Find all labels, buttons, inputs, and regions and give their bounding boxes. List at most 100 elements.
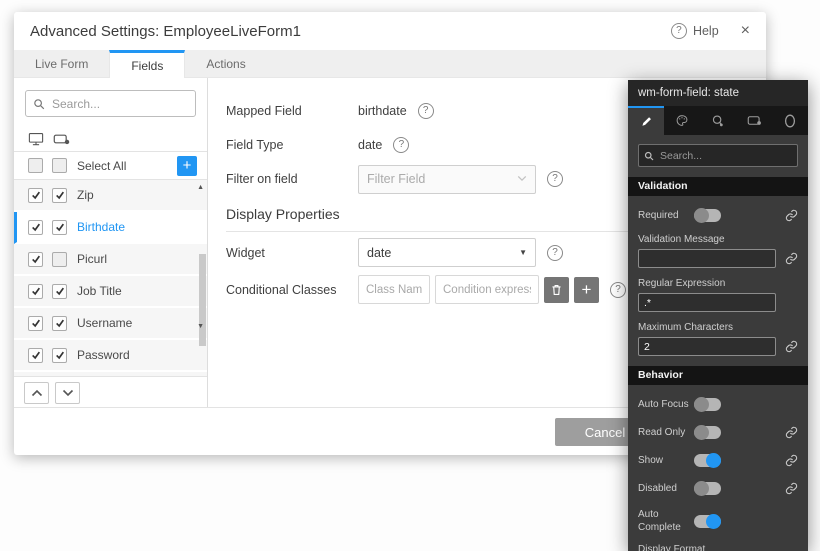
pencil-icon — [640, 115, 653, 128]
field-row-label: Username — [77, 316, 132, 330]
scrollbar-thumb[interactable] — [199, 254, 206, 346]
desktop-checkbox[interactable] — [28, 220, 43, 235]
field-list: Zip Birthdate Picurl — [14, 180, 207, 376]
move-up-button[interactable] — [24, 382, 49, 404]
required-toggle[interactable] — [694, 209, 721, 222]
help-icon[interactable]: ? — [418, 103, 434, 119]
regular-expression-input[interactable] — [638, 293, 776, 312]
maximum-characters-group: Maximum Characters — [638, 322, 798, 356]
dialog-tabbar: Live Form Fields Actions — [14, 50, 766, 78]
disabled-label: Disabled — [638, 482, 694, 495]
tab-shield[interactable] — [772, 106, 808, 135]
widget-label: Widget — [226, 246, 358, 260]
mobile-checkbox[interactable] — [52, 348, 67, 363]
help-icon[interactable]: ? — [547, 171, 563, 187]
help-label: Help — [693, 24, 719, 38]
field-row-password[interactable]: Password — [14, 340, 207, 372]
field-type-label: Field Type — [226, 138, 358, 152]
tab-fields[interactable]: Fields — [109, 50, 185, 78]
inspector-search-input[interactable] — [658, 149, 792, 163]
auto-focus-label: Auto Focus — [638, 398, 694, 411]
read-only-row: Read Only — [638, 424, 798, 441]
maximum-characters-input[interactable] — [638, 337, 776, 356]
show-toggle[interactable] — [694, 454, 721, 467]
mobile-checkbox[interactable] — [52, 188, 67, 203]
mobile-checkbox[interactable] — [52, 284, 67, 299]
tab-actions[interactable]: Actions — [185, 50, 266, 77]
validation-message-group: Validation Message — [638, 234, 798, 268]
tab-styles[interactable] — [664, 106, 700, 135]
tab-properties[interactable] — [628, 106, 664, 135]
bind-link-icon[interactable] — [785, 482, 798, 495]
scroll-up-arrow-icon[interactable]: ▲ — [197, 184, 204, 191]
field-row-label: Job Title — [77, 284, 122, 298]
field-row-job-title[interactable]: Job Title — [14, 276, 207, 308]
mobile-checkbox[interactable] — [52, 252, 67, 267]
validation-section: Required Validation Message Regular Expr… — [628, 207, 808, 356]
field-row-zip[interactable]: Zip — [14, 180, 207, 212]
read-only-label: Read Only — [638, 426, 694, 439]
move-down-button[interactable] — [55, 382, 80, 404]
desktop-checkbox[interactable] — [28, 252, 43, 267]
field-row-picurl[interactable]: Picurl — [14, 244, 207, 276]
behavior-section: Auto Focus Read Only Show Disabled — [628, 396, 808, 551]
trash-icon — [550, 283, 563, 297]
tab-live-form[interactable]: Live Form — [14, 50, 109, 77]
required-label: Required — [638, 209, 694, 222]
select-all-desktop-checkbox[interactable] — [28, 158, 43, 173]
fields-sidebar: Select All + Zip Birthdate — [14, 78, 208, 408]
desktop-checkbox[interactable] — [28, 284, 43, 299]
close-icon[interactable]: × — [741, 23, 750, 39]
bind-link-icon[interactable] — [785, 209, 798, 222]
class-name-input[interactable] — [358, 275, 430, 304]
widget-select[interactable]: date ▼ — [358, 238, 536, 267]
bind-link-icon[interactable] — [785, 454, 798, 467]
delete-condition-button[interactable] — [544, 277, 569, 303]
field-row-label: Birthdate — [77, 220, 125, 234]
inspector-search — [638, 144, 798, 167]
display-format-group: Display Format — [638, 544, 798, 551]
desktop-background: Advanced Settings: EmployeeLiveForm1 ? H… — [0, 0, 820, 551]
tab-search-settings[interactable] — [700, 106, 736, 135]
field-row-username[interactable]: Username — [14, 308, 207, 340]
field-row-role[interactable]: Role — [14, 372, 207, 376]
read-only-toggle[interactable] — [694, 426, 721, 439]
search-gear-icon — [711, 114, 725, 128]
desktop-checkbox[interactable] — [28, 188, 43, 203]
help-icon[interactable]: ? — [393, 137, 409, 153]
search-icon — [644, 151, 654, 161]
help-icon[interactable]: ? — [547, 245, 563, 261]
auto-complete-toggle[interactable] — [694, 515, 721, 528]
field-search-input[interactable] — [50, 96, 188, 112]
search-icon — [33, 98, 45, 110]
validation-message-input[interactable] — [638, 249, 776, 268]
scroll-down-arrow-icon[interactable]: ▼ — [197, 323, 204, 330]
condition-expression-input[interactable] — [435, 275, 539, 304]
palette-icon — [675, 114, 689, 127]
behavior-section-header: Behavior — [628, 366, 808, 385]
desktop-checkbox[interactable] — [28, 348, 43, 363]
desktop-checkbox[interactable] — [28, 316, 43, 331]
field-row-birthdate[interactable]: Birthdate — [14, 212, 207, 244]
select-all-label: Select All — [77, 159, 126, 173]
caret-down-icon: ▼ — [519, 248, 527, 257]
bind-link-icon[interactable] — [785, 426, 798, 439]
select-all-mobile-checkbox[interactable] — [52, 158, 67, 173]
mobile-checkbox[interactable] — [52, 316, 67, 331]
mapped-field-label: Mapped Field — [226, 104, 358, 118]
field-row-label: Password — [77, 348, 130, 362]
bind-link-icon[interactable] — [785, 340, 798, 353]
auto-focus-toggle[interactable] — [694, 398, 721, 411]
mobile-checkbox[interactable] — [52, 220, 67, 235]
chevron-down-icon — [517, 175, 527, 184]
bind-link-icon[interactable] — [785, 252, 798, 265]
add-condition-button[interactable]: + — [574, 277, 599, 303]
help-button[interactable]: ? Help — [671, 23, 719, 39]
auto-complete-label: Auto Complete — [638, 508, 694, 534]
tab-device[interactable] — [736, 106, 772, 135]
disabled-toggle[interactable] — [694, 482, 721, 495]
help-icon[interactable]: ? — [610, 282, 626, 298]
show-label: Show — [638, 454, 694, 467]
auto-focus-row: Auto Focus — [638, 396, 798, 413]
add-field-button[interactable]: + — [177, 156, 197, 176]
